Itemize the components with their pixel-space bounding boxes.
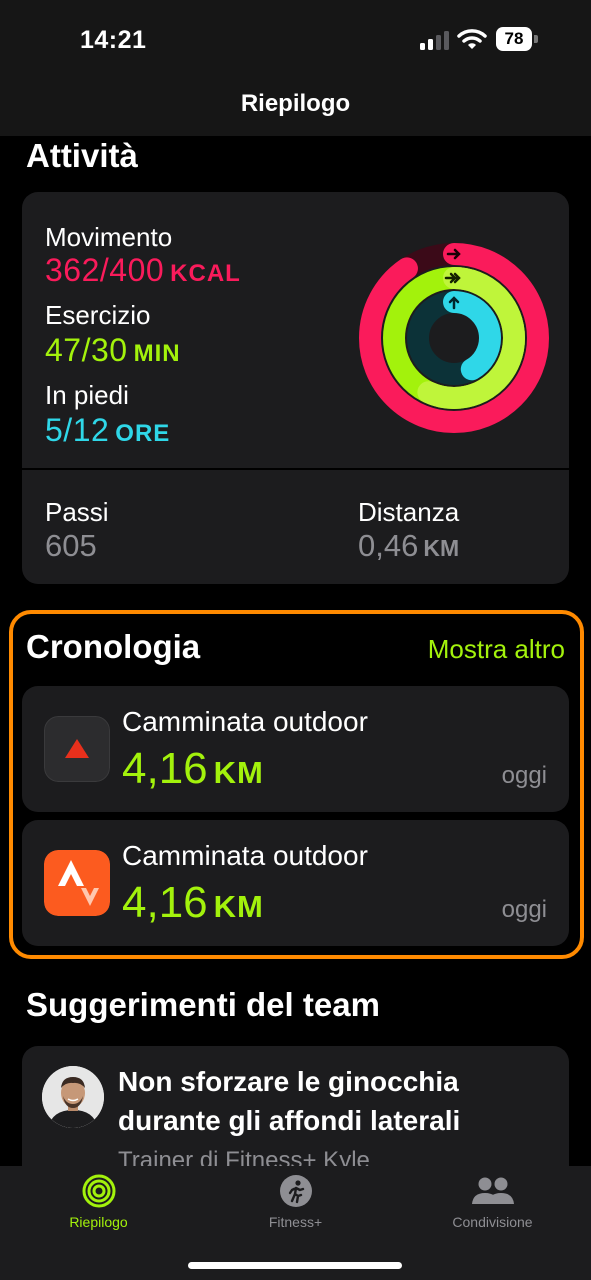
exercise-label: Esercizio — [45, 300, 151, 330]
navigation-bar: Riepilogo — [0, 80, 591, 136]
summary-screen: 14:21 78 Riepilogo Attività Movimento 36… — [0, 0, 591, 1280]
wifi-icon — [457, 29, 487, 49]
tab-fitness-plus[interactable]: Fitness+ — [197, 1166, 394, 1246]
runner-icon — [280, 1175, 312, 1207]
show-more-link[interactable]: Mostra altro — [428, 634, 565, 665]
move-value: 362/400 KCAL — [45, 252, 241, 288]
workout-name: Camminata outdoor — [122, 706, 368, 737]
history-section-title: Cronologia — [26, 628, 201, 665]
activity-rings-icon — [82, 1174, 116, 1208]
tab-label: Fitness+ — [268, 1214, 323, 1230]
tab-label: Condivisione — [452, 1214, 533, 1230]
clock: 14:21 — [80, 26, 147, 54]
workout-name: Camminata outdoor — [122, 840, 368, 871]
people-icon — [472, 1177, 514, 1204]
steps-label: Passi — [45, 497, 109, 527]
stand-value: 5/12 ORE — [45, 412, 171, 448]
tips-section-title: Suggerimenti del team — [26, 986, 380, 1023]
cellular-signal-icon — [420, 31, 449, 50]
workout-distance: 4,16 KM — [122, 878, 264, 927]
activity-rings-icon — [359, 243, 549, 433]
move-label: Movimento — [45, 222, 173, 252]
activity-section-title: Attività — [26, 137, 138, 174]
workout-date: oggi — [501, 762, 547, 789]
battery-icon: 78 — [496, 27, 540, 51]
battery-level: 78 — [504, 29, 524, 48]
steps-value: 605 — [45, 528, 97, 563]
strava-app-icon — [44, 850, 110, 916]
card-divider — [22, 468, 569, 470]
workout-row[interactable]: Camminata outdoor 4,16 KM oggi — [22, 686, 569, 812]
status-bar: 14:21 78 — [0, 0, 591, 80]
workout-row[interactable]: Camminata outdoor 4,16 KM oggi — [22, 820, 569, 946]
tab-label: Riepilogo — [69, 1214, 128, 1230]
exercise-value: 47/30 MIN — [45, 332, 181, 368]
trainer-avatar — [42, 1066, 104, 1128]
workout-date: oggi — [501, 896, 547, 923]
triangle-app-icon — [44, 716, 110, 782]
stand-label: In piedi — [45, 380, 129, 410]
tab-condivisione[interactable]: Condivisione — [394, 1166, 591, 1246]
tab-riepilogo[interactable]: Riepilogo — [0, 1166, 197, 1246]
distance-label: Distanza — [358, 497, 460, 527]
activity-card[interactable]: Movimento 362/400 KCAL Esercizio 47/30 MIN… — [22, 192, 569, 584]
tip-title: Non sforzare le ginocchia durante gli af… — [118, 1066, 461, 1136]
distance-value: 0,46 KM — [358, 528, 460, 563]
workout-distance: 4,16 KM — [122, 744, 264, 793]
home-indicator — [188, 1262, 402, 1269]
page-title: Riepilogo — [240, 90, 351, 117]
